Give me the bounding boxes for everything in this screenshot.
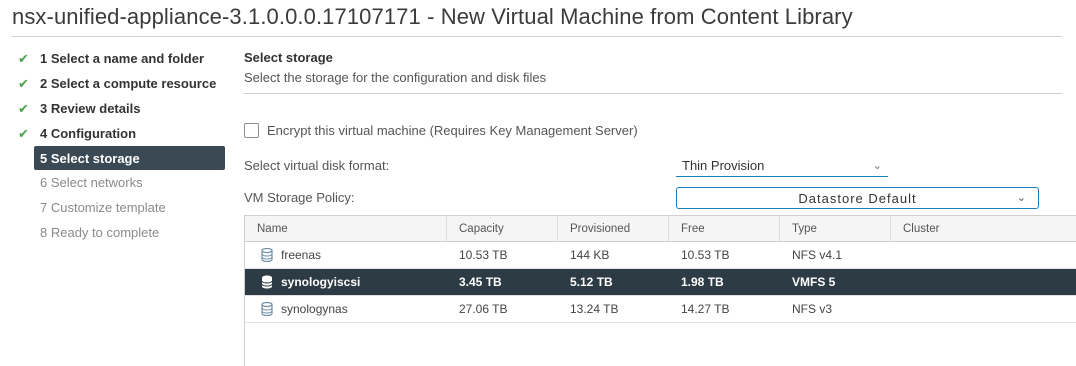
section-subtitle: Select the storage for the configuration…	[244, 70, 1062, 94]
step-label: 3 Review details	[40, 101, 141, 116]
cell-capacity: 27.06 TB	[459, 302, 508, 316]
step-ready-to-complete: 8 Ready to complete	[40, 220, 228, 245]
chevron-down-icon: ⌄	[872, 160, 882, 172]
table-row[interactable]: synologynas 27.06 TB 13.24 TB 14.27 TB N…	[245, 296, 1076, 323]
column-header-capacity[interactable]: Capacity	[447, 216, 558, 241]
datastore-icon	[261, 275, 273, 289]
cell-free: 10.53 TB	[681, 248, 730, 262]
column-header-free[interactable]: Free	[669, 216, 780, 241]
check-icon: ✔	[18, 50, 29, 66]
disk-format-value: Thin Provision	[682, 158, 765, 173]
cell-provisioned: 144 KB	[570, 248, 610, 262]
section-title: Select storage	[244, 50, 333, 65]
storage-policy-select[interactable]: Datastore Default ⌄	[676, 187, 1039, 209]
datastore-name: freenas	[281, 248, 322, 262]
window-title: nsx-unified-appliance-3.1.0.0.0.17107171…	[12, 4, 1062, 37]
cell-type: VMFS 5	[792, 275, 836, 289]
cell-capacity: 10.53 TB	[459, 248, 508, 262]
cell-cluster	[891, 296, 1076, 322]
chevron-down-icon: ⌄	[1016, 192, 1026, 204]
step-label: 7 Customize template	[40, 200, 166, 215]
datastore-name: synologynas	[281, 302, 348, 316]
column-header-name[interactable]: Name	[245, 216, 447, 241]
cell-capacity: 3.45 TB	[459, 275, 502, 289]
cell-name: freenas	[245, 242, 447, 268]
cell-name: synologyiscsi	[245, 269, 447, 295]
step-label: 8 Ready to complete	[40, 225, 160, 240]
storage-policy-label: VM Storage Policy:	[244, 190, 355, 205]
step-select-name-folder[interactable]: ✔ 1 Select a name and folder	[18, 46, 228, 71]
disk-format-select[interactable]: Thin Provision ⌄	[676, 155, 888, 177]
cell-type: NFS v4.1	[792, 248, 843, 262]
step-label: 6 Select networks	[40, 175, 143, 190]
check-icon: ✔	[18, 125, 29, 141]
cell-provisioned: 13.24 TB	[570, 302, 619, 316]
step-review-details[interactable]: ✔ 3 Review details	[18, 96, 228, 121]
encrypt-label: Encrypt this virtual machine (Requires K…	[267, 123, 638, 138]
column-header-type[interactable]: Type	[780, 216, 891, 241]
step-select-storage[interactable]: 5 Select storage	[34, 146, 225, 170]
step-label: 1 Select a name and folder	[40, 51, 205, 66]
step-label: 4 Configuration	[40, 126, 137, 141]
cell-free: 14.27 TB	[681, 302, 730, 316]
step-label: 2 Select a compute resource	[40, 76, 217, 91]
disk-format-label: Select virtual disk format:	[244, 158, 390, 173]
datastore-icon	[261, 302, 273, 316]
step-customize-template: 7 Customize template	[40, 195, 228, 220]
storage-policy-value: Datastore Default	[798, 190, 917, 206]
check-icon: ✔	[18, 100, 29, 116]
cell-provisioned: 5.12 TB	[570, 275, 613, 289]
encrypt-option[interactable]: Encrypt this virtual machine (Requires K…	[244, 123, 638, 138]
column-header-cluster[interactable]: Cluster	[891, 216, 1076, 241]
table-row[interactable]: freenas 10.53 TB 144 KB 10.53 TB NFS v4.…	[245, 242, 1076, 269]
wizard-steps: ✔ 1 Select a name and folder ✔ 2 Select …	[18, 46, 228, 245]
datastore-name: synologyiscsi	[281, 275, 361, 289]
table-row-selected[interactable]: synologyiscsi 3.45 TB 5.12 TB 1.98 TB VM…	[245, 269, 1076, 296]
step-select-compute-resource[interactable]: ✔ 2 Select a compute resource	[18, 71, 228, 96]
column-header-provisioned[interactable]: Provisioned	[558, 216, 669, 241]
step-label: 5 Select storage	[40, 150, 140, 166]
table-header: Name Capacity Provisioned Free Type Clus…	[245, 216, 1076, 242]
cell-cluster	[891, 269, 1076, 295]
datastore-icon	[261, 248, 273, 262]
check-icon: ✔	[18, 75, 29, 91]
cell-free: 1.98 TB	[681, 275, 724, 289]
cell-type: NFS v3	[792, 302, 833, 316]
step-select-networks: 6 Select networks	[40, 170, 228, 195]
cell-cluster	[891, 242, 1076, 268]
cell-name: synologynas	[245, 296, 447, 322]
step-configuration[interactable]: ✔ 4 Configuration	[18, 121, 228, 146]
datastore-table: Name Capacity Provisioned Free Type Clus…	[244, 215, 1076, 366]
storage-panel: Select storage Select the storage for th…	[244, 48, 1076, 366]
encrypt-checkbox[interactable]	[244, 123, 259, 138]
